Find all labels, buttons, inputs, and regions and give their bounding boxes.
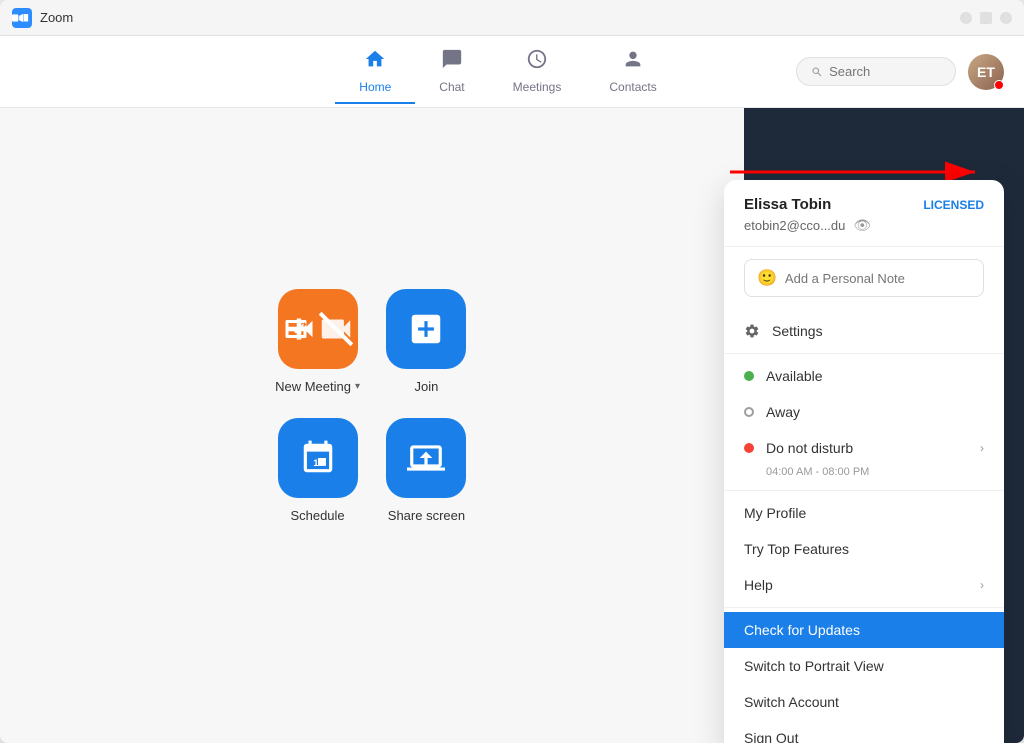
menu-item-check-updates-label: Check for Updates	[744, 622, 860, 638]
menu-item-available-left: Available	[744, 368, 823, 384]
tab-home-label: Home	[359, 80, 391, 94]
profile-name: Elissa Tobin	[744, 196, 831, 213]
personal-note-input[interactable]	[785, 271, 971, 286]
join-icon	[386, 289, 466, 369]
menu-item-settings-left: Settings	[744, 323, 823, 339]
share-screen-icon	[386, 418, 466, 498]
schedule-label: Schedule	[290, 508, 344, 523]
minimize-button[interactable]: —	[960, 12, 972, 24]
contacts-icon	[622, 48, 644, 76]
avatar-container[interactable]: ET	[968, 54, 1004, 90]
nav-right: ET	[796, 54, 1004, 90]
tab-chat-label: Chat	[439, 80, 464, 94]
personal-note-field[interactable]: 🙂	[744, 259, 984, 297]
menu-item-help-label: Help	[744, 577, 773, 593]
menu-item-available-label: Available	[766, 368, 823, 384]
menu-item-try-top-features[interactable]: Try Top Features	[724, 531, 1004, 567]
dnd-times: 04:00 AM - 08:00 PM	[746, 466, 1004, 486]
menu-item-portrait-view[interactable]: Switch to Portrait View	[724, 648, 1004, 684]
status-dot-gray	[744, 407, 754, 417]
menu-item-help[interactable]: Help ›	[724, 567, 1004, 603]
main-content: New Meeting ▾ Join	[0, 108, 1024, 743]
avatar-notification-badge	[994, 80, 1004, 90]
share-screen-label: Share screen	[388, 508, 465, 523]
dnd-chevron-icon: ›	[980, 441, 984, 455]
menu-item-check-updates[interactable]: Check for Updates	[724, 612, 1004, 648]
menu-item-dnd[interactable]: Do not disturb ›	[724, 430, 1004, 466]
menu-item-settings[interactable]: Settings	[724, 313, 1004, 349]
nav-tabs: Home Chat Meetings	[220, 40, 796, 104]
app-title: Zoom	[40, 10, 73, 25]
menu-item-switch-account[interactable]: Switch Account	[724, 684, 1004, 720]
menu-item-away-label: Away	[766, 404, 800, 420]
menu-item-sign-out-label: Sign Out	[744, 730, 798, 743]
menu-item-dnd-label: Do not disturb	[766, 440, 853, 456]
new-meeting-label: New Meeting ▾	[275, 379, 360, 394]
search-input[interactable]	[829, 64, 941, 79]
maximize-button[interactable]: □	[980, 12, 992, 24]
search-icon	[811, 65, 823, 79]
status-dot-red	[744, 443, 754, 453]
schedule-action[interactable]: 19 Schedule	[275, 418, 360, 523]
menu-item-away[interactable]: Away	[724, 394, 1004, 430]
navbar: Home Chat Meetings	[0, 36, 1024, 108]
window-controls: — □ ✕	[960, 12, 1012, 24]
new-meeting-chevron: ▾	[355, 381, 360, 392]
tab-chat[interactable]: Chat	[415, 40, 488, 104]
new-meeting-action[interactable]: New Meeting ▾	[275, 289, 360, 394]
home-icon	[364, 48, 386, 76]
profile-licensed-label: LICENSED	[923, 198, 984, 212]
eye-icon[interactable]: 👁	[853, 217, 871, 234]
app-window: Zoom — □ ✕ Home	[0, 0, 1024, 743]
profile-dropdown: Elissa Tobin LICENSED etobin2@cco...du 👁…	[724, 180, 1004, 743]
action-grid: New Meeting ▾ Join	[275, 289, 469, 523]
menu-item-portrait-view-label: Switch to Portrait View	[744, 658, 884, 674]
schedule-icon: 19	[278, 418, 358, 498]
tab-home[interactable]: Home	[335, 40, 415, 104]
menu-item-my-profile[interactable]: My Profile	[724, 495, 1004, 531]
zoom-logo-icon	[12, 8, 32, 28]
menu-divider-1	[724, 353, 1004, 354]
new-meeting-icon	[278, 289, 358, 369]
menu-item-dnd-left: Do not disturb	[744, 440, 853, 456]
menu-item-sign-out[interactable]: Sign Out	[724, 720, 1004, 743]
share-screen-action[interactable]: Share screen	[384, 418, 469, 523]
search-bar[interactable]	[796, 57, 956, 86]
menu-item-my-profile-label: My Profile	[744, 505, 806, 521]
menu-item-available[interactable]: Available	[724, 358, 1004, 394]
menu-item-away-left: Away	[744, 404, 800, 420]
menu-item-settings-label: Settings	[772, 323, 823, 339]
settings-icon	[744, 323, 760, 339]
tab-meetings[interactable]: Meetings	[489, 40, 586, 104]
menu-item-try-top-features-label: Try Top Features	[744, 541, 849, 557]
menu-item-switch-account-label: Switch Account	[744, 694, 839, 710]
menu-divider-2	[724, 490, 1004, 491]
titlebar: Zoom — □ ✕	[0, 0, 1024, 36]
tab-contacts-label: Contacts	[609, 80, 656, 94]
close-button[interactable]: ✕	[1000, 12, 1012, 24]
join-label: Join	[415, 379, 439, 394]
join-action[interactable]: Join	[384, 289, 469, 394]
tab-contacts[interactable]: Contacts	[585, 40, 680, 104]
profile-email: etobin2@cco...du	[744, 218, 845, 233]
profile-name-row: Elissa Tobin LICENSED	[744, 196, 984, 213]
profile-header: Elissa Tobin LICENSED etobin2@cco...du 👁	[724, 180, 1004, 247]
help-chevron-icon: ›	[980, 578, 984, 592]
home-panel: New Meeting ▾ Join	[0, 108, 744, 743]
tab-meetings-label: Meetings	[513, 80, 562, 94]
profile-email-row: etobin2@cco...du 👁	[744, 217, 984, 234]
titlebar-left: Zoom	[12, 8, 73, 28]
emoji-icon[interactable]: 🙂	[757, 268, 777, 288]
meetings-icon	[526, 48, 548, 76]
menu-divider-3	[724, 607, 1004, 608]
svg-text:19: 19	[313, 457, 324, 468]
status-dot-green	[744, 371, 754, 381]
chat-icon	[441, 48, 463, 76]
dropdown-menu: Settings Available Away	[724, 309, 1004, 743]
